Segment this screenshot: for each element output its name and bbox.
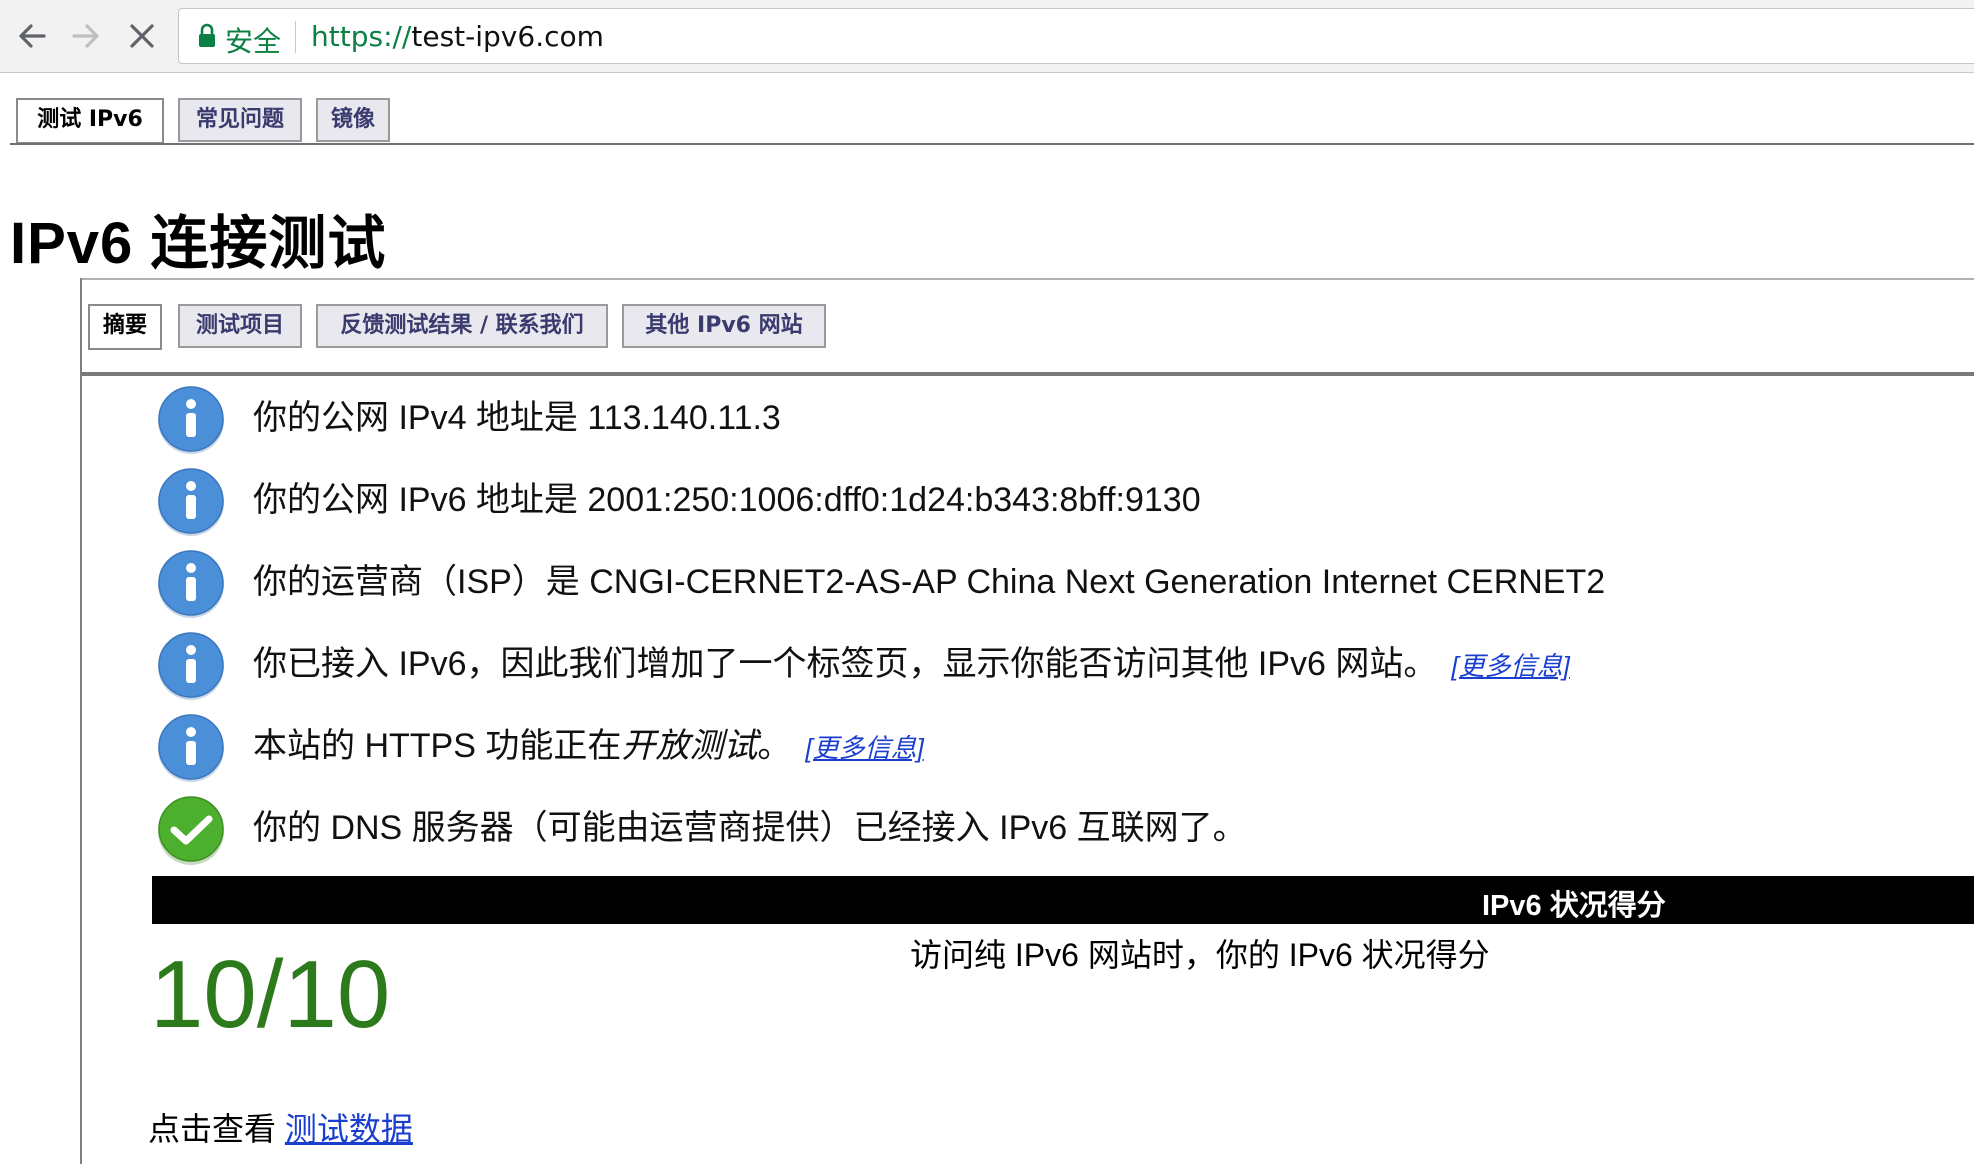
- info-text: 你的运营商（ISP）是 CNGI-CERNET2-AS-AP China Nex…: [253, 563, 1606, 601]
- url-scheme: https://: [311, 20, 412, 53]
- address-bar[interactable]: 安全 https://test-ipv6.com: [178, 8, 1974, 64]
- more-info-link[interactable]: [更多信息]: [1451, 651, 1569, 681]
- url-text[interactable]: https://test-ipv6.com: [311, 20, 604, 53]
- test-data-line: 点击查看 测试数据: [148, 1104, 413, 1150]
- stop-button[interactable]: [120, 14, 164, 58]
- info-icon: [158, 468, 224, 536]
- address-separator: [295, 21, 296, 53]
- browser-toolbar: 安全 https://test-ipv6.com: [0, 0, 1974, 73]
- lock-icon: [199, 23, 215, 47]
- info-icon: [158, 386, 224, 454]
- info-icon: [158, 632, 224, 700]
- more-info-link[interactable]: [更多信息]: [805, 733, 923, 763]
- info-icon: [158, 714, 224, 782]
- secure-label: 安全: [225, 25, 282, 58]
- sub-tab-divider: [82, 372, 1974, 376]
- close-icon: [130, 24, 154, 48]
- back-arrow-icon: [19, 24, 46, 48]
- panel-top-border: [80, 278, 1974, 280]
- info-text: 你的公网 IPv4 地址是 113.140.11.3: [253, 399, 781, 437]
- info-text-before: 本站的 HTTPS 功能正在: [253, 727, 622, 765]
- info-text: 本站的 HTTPS 功能正在开放测试。 [更多信息]: [253, 718, 924, 767]
- info-text-after: 。: [757, 727, 792, 765]
- url-host: test-ipv6.com: [411, 20, 604, 53]
- top-tab-divider: [10, 143, 1974, 145]
- panel-left-border: [80, 278, 82, 1164]
- page-title: IPv6 连接测试: [10, 211, 387, 276]
- info-text: 你已接入 IPv6，因此我们增加了一个标签页，显示你能否访问其他 IPv6 网站…: [253, 636, 1570, 685]
- info-text-body: 你已接入 IPv6，因此我们增加了一个标签页，显示你能否访问其他 IPv6 网站…: [253, 645, 1438, 683]
- tab-share-results-contact[interactable]: 反馈测试结果 / 联系我们: [316, 304, 608, 348]
- info-icon: [158, 550, 224, 618]
- test-data-link[interactable]: 测试数据: [285, 1111, 413, 1147]
- tab-faq[interactable]: 常见问题: [178, 98, 302, 142]
- tab-test-ipv6[interactable]: 测试 IPv6: [16, 98, 164, 144]
- forward-arrow-icon: [72, 24, 99, 48]
- check-icon: [158, 796, 224, 865]
- score-header-bar: IPv6 状况得分: [152, 876, 1974, 924]
- score-value: 10/10: [150, 941, 391, 1048]
- back-button[interactable]: [10, 14, 54, 58]
- tab-other-ipv6-sites[interactable]: 其他 IPv6 网站: [622, 304, 826, 348]
- tab-tests-run[interactable]: 测试项目: [178, 304, 302, 348]
- test-data-prefix: 点击查看: [148, 1111, 285, 1147]
- score-description: 访问纯 IPv6 网站时，你的 IPv6 状况得分: [910, 937, 1490, 973]
- info-text-italic: 开放测试: [621, 727, 758, 765]
- tab-mirrors[interactable]: 镜像: [316, 98, 390, 142]
- info-text: 你的 DNS 服务器（可能由运营商提供）已经接入 IPv6 互联网了。: [253, 809, 1247, 847]
- score-header-title: IPv6 状况得分: [1482, 890, 1666, 922]
- forward-button[interactable]: [64, 14, 108, 58]
- info-text: 你的公网 IPv6 地址是 2001:250:1006:dff0:1d24:b3…: [253, 481, 1201, 519]
- tab-summary[interactable]: 摘要: [88, 304, 162, 350]
